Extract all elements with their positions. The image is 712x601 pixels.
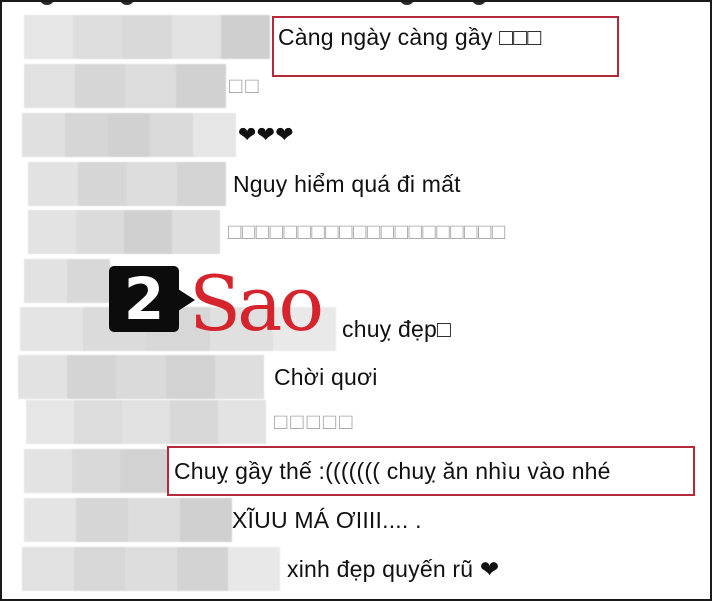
blurred-username: [26, 400, 266, 444]
blurred-username: [24, 64, 226, 108]
highlight-box: [167, 446, 695, 496]
comment-row: Nguy hiểm quá đi mất: [2, 162, 710, 206]
blurred-username: [22, 113, 236, 157]
comment-text: XĨUU MÁ ƠIIII.... .: [232, 506, 422, 533]
watermark-logo: 2 Sao: [109, 254, 344, 354]
blurred-username: [28, 210, 220, 254]
watermark-brand: Sao: [189, 259, 324, 348]
blurred-username: [18, 355, 265, 399]
blurred-username: [24, 15, 271, 59]
cropped-row-remnant: [2, 2, 710, 5]
comment-text: □□□□□: [274, 409, 356, 434]
comment-text: xinh đẹp quyến rũ ❤: [287, 555, 500, 582]
blurred-username: [28, 162, 226, 206]
comment-row: □□□□□: [2, 400, 710, 444]
comment-row: ❤❤❤: [2, 113, 710, 157]
blurred-username: [24, 449, 168, 493]
blurred-username: [24, 498, 232, 542]
blurred-username: [22, 547, 280, 591]
comment-text: Nguy hiểm quá đi mất: [233, 170, 461, 197]
comment-row: xinh đẹp quyến rũ ❤: [2, 547, 710, 591]
comment-text: ❤❤❤: [238, 122, 294, 147]
comment-row: □□: [2, 64, 710, 108]
blurred-username: [24, 259, 110, 303]
comment-text: □□□□□□□□□□□□□□□□□□□□: [228, 219, 506, 244]
comment-row: XĨUU MÁ ƠIIII.... .: [2, 498, 710, 542]
comment-row: Chời quơi: [2, 355, 710, 399]
comment-text: chuỵ đẹp□: [342, 315, 452, 342]
comment-screenshot: Càng ngày càng gầy □□□ □□ ❤❤❤ Nguy hiểm …: [0, 0, 712, 601]
comment-text: Chời quơi: [274, 363, 378, 390]
watermark-number: 2: [123, 265, 165, 333]
comment-text: □□: [229, 73, 262, 98]
comment-row: □□□□□□□□□□□□□□□□□□□□: [2, 210, 710, 254]
